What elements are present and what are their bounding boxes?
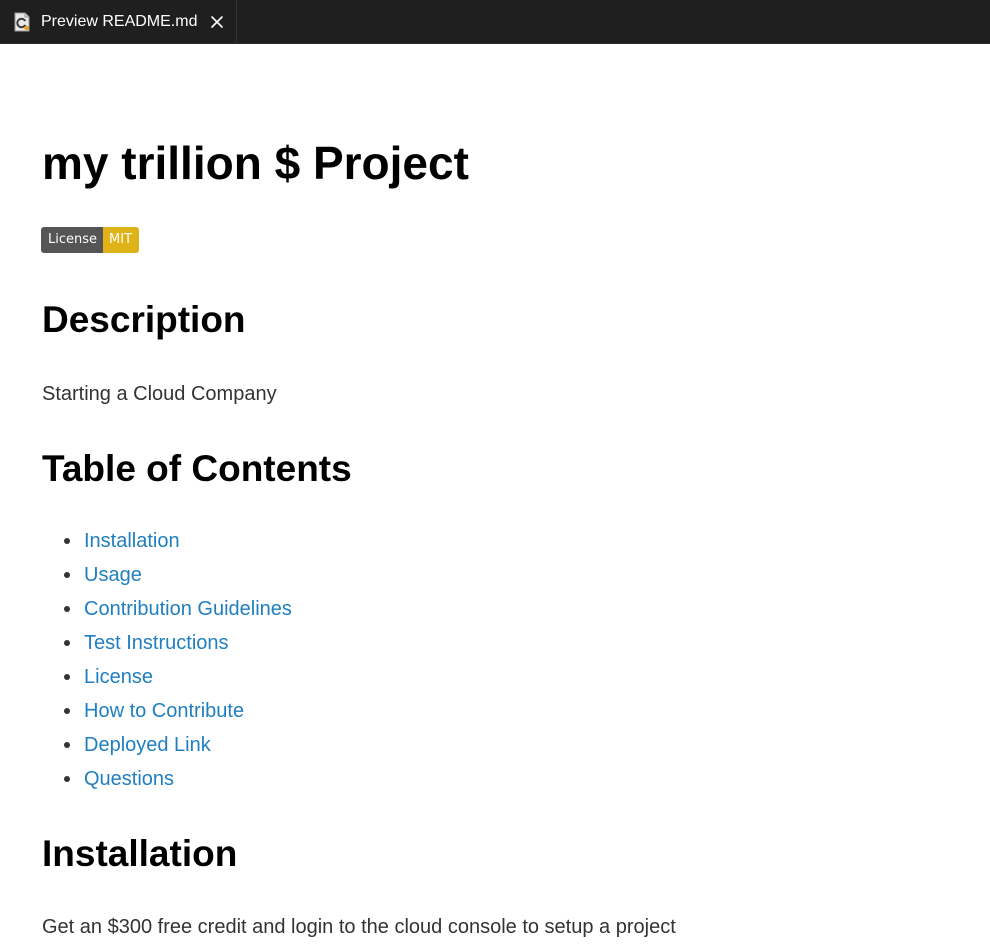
bullet bbox=[64, 742, 70, 748]
list-item: Installation bbox=[42, 529, 292, 563]
list-item: Contribution Guidelines bbox=[42, 597, 292, 631]
bullet bbox=[64, 776, 70, 782]
bullet bbox=[64, 538, 70, 544]
toc-link-usage[interactable]: Usage bbox=[84, 564, 142, 586]
page-title: my trillion $ Project bbox=[42, 137, 469, 189]
markdown-preview-icon bbox=[12, 12, 32, 32]
tab-title: Preview README.md bbox=[41, 12, 198, 30]
list-item: License bbox=[42, 665, 292, 699]
tab-preview-readme[interactable]: Preview README.md bbox=[0, 0, 237, 43]
toc-link-deployed-link[interactable]: Deployed Link bbox=[84, 734, 211, 756]
toc-list: Installation Usage Contribution Guidelin… bbox=[42, 529, 292, 801]
list-item: Questions bbox=[42, 767, 292, 801]
editor-tab-bar: Preview README.md bbox=[0, 0, 990, 44]
list-item: How to Contribute bbox=[42, 699, 292, 733]
toc-link-questions[interactable]: Questions bbox=[84, 768, 174, 790]
toc-link-contribution-guidelines[interactable]: Contribution Guidelines bbox=[84, 598, 292, 620]
installation-text: Get an $300 free credit and login to the… bbox=[42, 916, 676, 938]
description-text: Starting a Cloud Company bbox=[42, 383, 277, 405]
toc-link-installation[interactable]: Installation bbox=[84, 530, 180, 552]
bullet bbox=[64, 606, 70, 612]
close-icon[interactable] bbox=[210, 15, 224, 29]
badge-label: License bbox=[41, 227, 104, 253]
bullet bbox=[64, 640, 70, 646]
list-item: Usage bbox=[42, 563, 292, 597]
toc-link-license[interactable]: License bbox=[84, 666, 153, 688]
badge-value: MIT bbox=[103, 227, 140, 253]
toc-link-how-to-contribute[interactable]: How to Contribute bbox=[84, 700, 244, 722]
toc-heading: Table of Contents bbox=[42, 448, 352, 489]
bullet bbox=[64, 708, 70, 714]
markdown-preview-content: my trillion $ Project License MIT Descri… bbox=[0, 44, 990, 950]
description-heading: Description bbox=[42, 299, 246, 340]
bullet bbox=[64, 572, 70, 578]
installation-heading: Installation bbox=[42, 833, 238, 874]
list-item: Deployed Link bbox=[42, 733, 292, 767]
list-item: Test Instructions bbox=[42, 631, 292, 665]
bullet bbox=[64, 674, 70, 680]
license-badge[interactable]: License MIT bbox=[41, 227, 140, 253]
toc-link-test-instructions[interactable]: Test Instructions bbox=[84, 632, 229, 654]
